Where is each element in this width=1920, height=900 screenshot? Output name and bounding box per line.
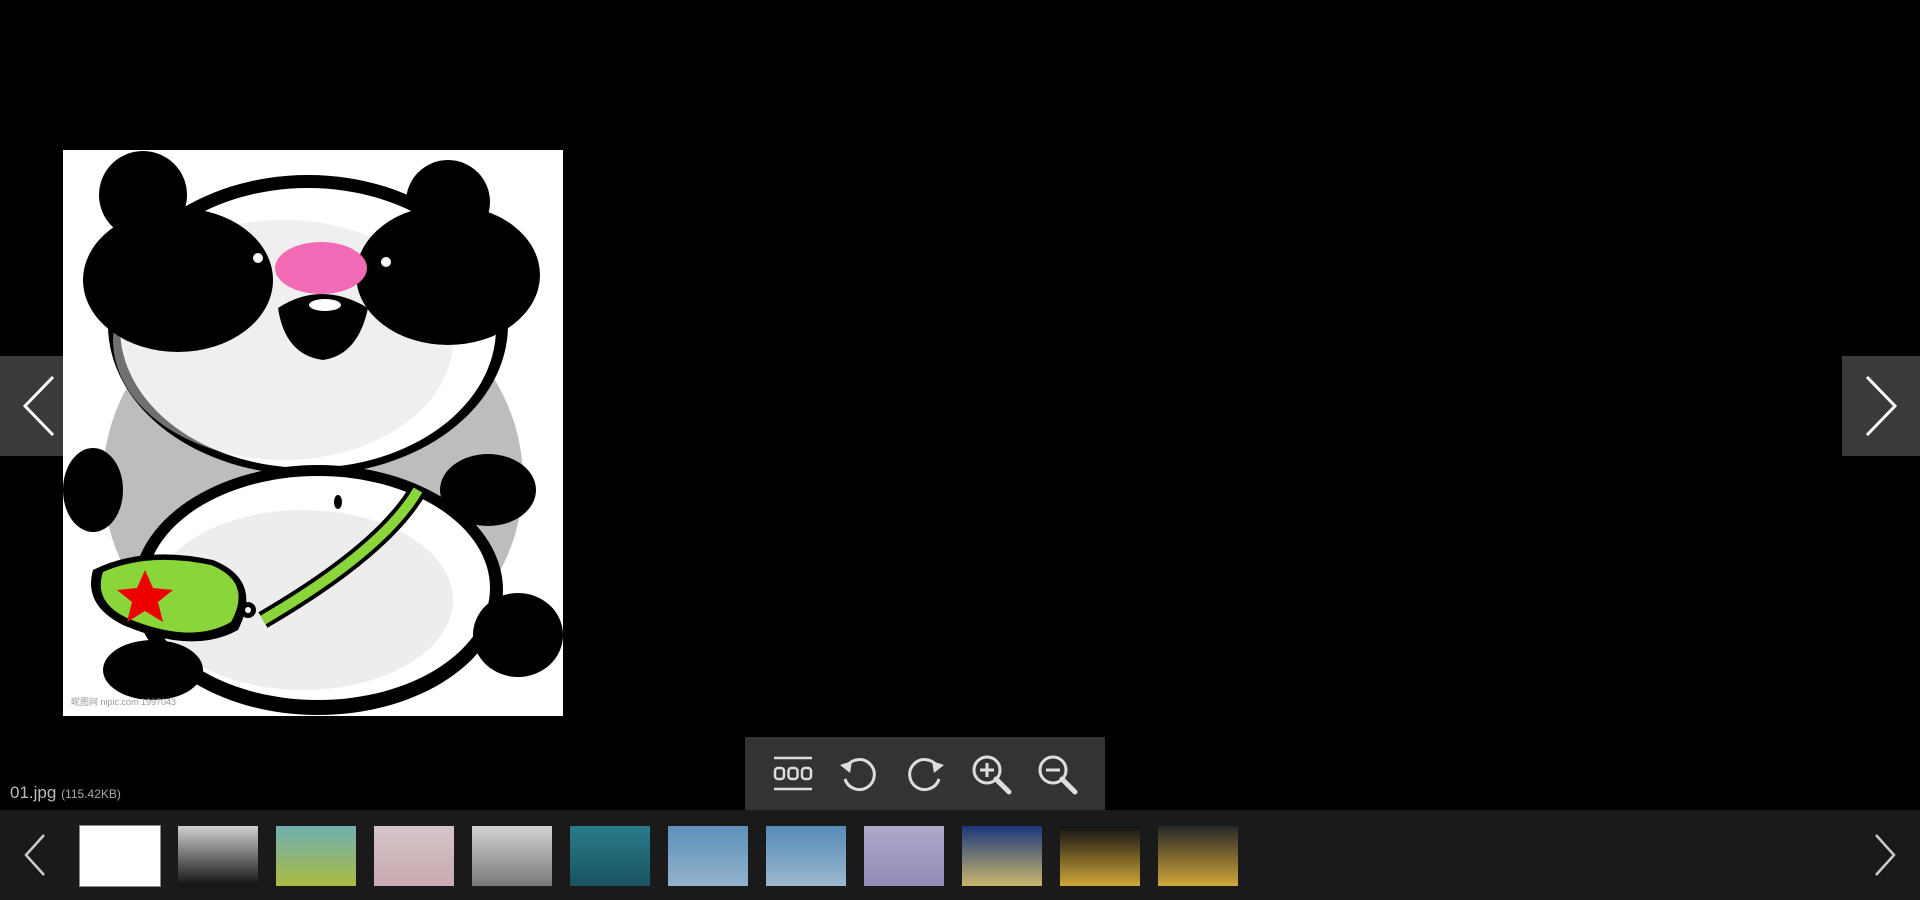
file-info: 01.jpg (115.42KB)	[10, 783, 121, 803]
chevron-right-icon	[1865, 375, 1898, 437]
rotate-cw-icon	[908, 758, 944, 792]
chevron-right-icon	[1875, 834, 1896, 876]
thumbnail-image	[1060, 826, 1140, 886]
thumbnail-strip	[0, 810, 1920, 900]
zoom-out-icon	[1038, 755, 1078, 795]
thumbnail-image	[864, 826, 944, 886]
thumbnail-image	[766, 826, 846, 886]
thumbnail-item[interactable]	[79, 825, 161, 887]
thumbnail-image	[668, 826, 748, 886]
rotate-left-button[interactable]	[835, 750, 883, 798]
thumbnail-item[interactable]	[276, 826, 356, 886]
thumbnail-item[interactable]	[864, 826, 944, 886]
chevron-left-icon	[24, 834, 45, 876]
thumbnail-item[interactable]	[668, 826, 748, 886]
image-toolbar	[745, 737, 1105, 811]
thumbnail-image	[178, 826, 258, 886]
main-image: 昵图网 nipic.com 1997043	[63, 150, 563, 716]
thumbnails-button[interactable]	[769, 750, 817, 798]
thumbnail-list	[79, 825, 1238, 887]
grid-icon	[773, 756, 813, 791]
thumbnail-item[interactable]	[766, 826, 846, 886]
thumbnail-item[interactable]	[374, 826, 454, 886]
thumbnail-image	[80, 826, 160, 886]
thumbnails-next-button[interactable]	[1855, 810, 1915, 900]
file-size: (115.42KB)	[61, 787, 121, 801]
panda-illustration	[63, 151, 563, 715]
rotate-ccw-icon	[840, 758, 876, 792]
next-image-button[interactable]	[1842, 356, 1920, 456]
thumbnail-item[interactable]	[178, 826, 258, 886]
chevron-left-icon	[22, 375, 55, 437]
thumbnail-item[interactable]	[1060, 826, 1140, 886]
image-watermark: 昵图网 nipic.com 1997043	[71, 697, 177, 707]
thumbnail-image	[1158, 826, 1238, 886]
thumbnail-item[interactable]	[1158, 826, 1238, 886]
thumbnail-image	[374, 826, 454, 886]
thumbnail-image	[472, 826, 552, 886]
thumbnail-item[interactable]	[472, 826, 552, 886]
thumbnail-image	[962, 826, 1042, 886]
zoom-out-button[interactable]	[1033, 750, 1081, 798]
rotate-right-button[interactable]	[901, 750, 949, 798]
thumbnails-previous-button[interactable]	[5, 810, 65, 900]
zoom-in-button[interactable]	[967, 750, 1015, 798]
thumbnail-image	[276, 826, 356, 886]
file-name: 01.jpg	[10, 783, 57, 802]
thumbnail-item[interactable]	[570, 826, 650, 886]
zoom-in-icon	[972, 755, 1012, 795]
thumbnail-item[interactable]	[962, 826, 1042, 886]
thumbnail-image	[570, 826, 650, 886]
